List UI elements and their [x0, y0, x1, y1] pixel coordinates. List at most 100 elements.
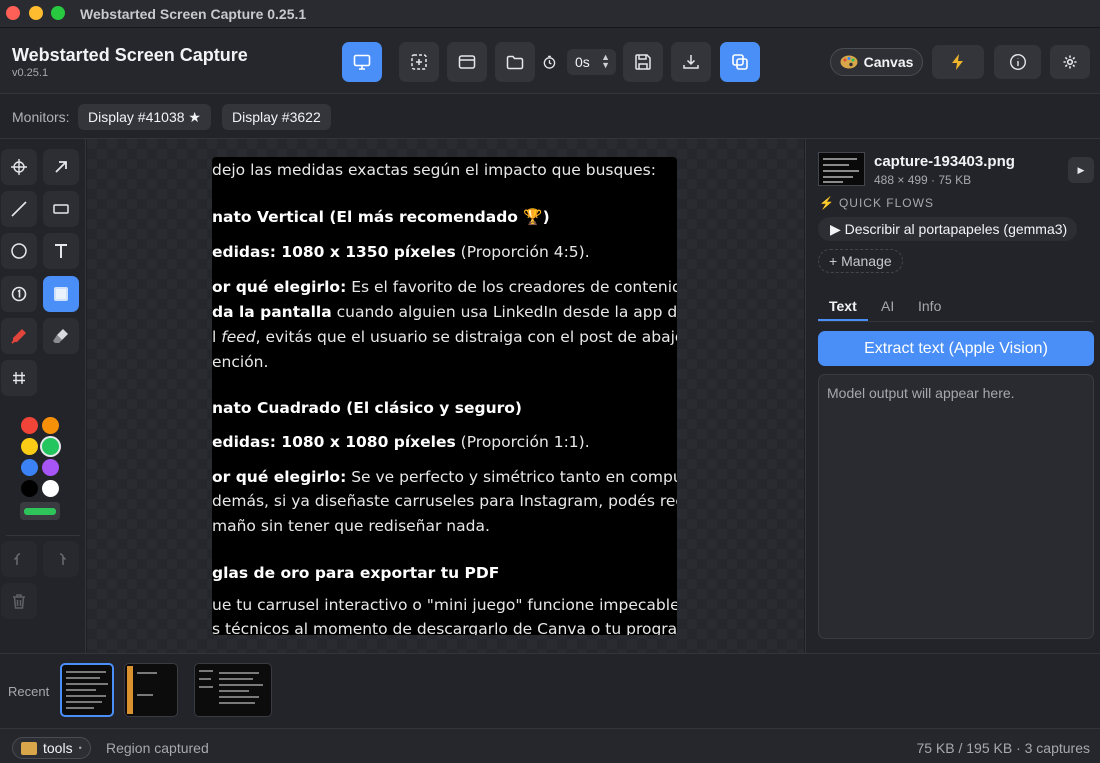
recent-capture-item[interactable] — [124, 663, 178, 717]
output-folder-picker[interactable]: tools • — [12, 737, 91, 759]
model-output[interactable]: Model output will appear here. — [818, 374, 1094, 639]
captured-image[interactable]: dejo las medidas exactas según el impact… — [212, 157, 677, 635]
capture-line: edidas: 1080 x 1080 píxeles (Proporción … — [212, 433, 590, 451]
quick-flow-describe[interactable]: ▶ Describir al portapapeles (gemma3) — [818, 217, 1078, 241]
copy-icon — [732, 54, 748, 70]
download-button[interactable] — [671, 42, 711, 82]
app-version: v0.25.1 — [12, 67, 49, 79]
save-button[interactable] — [623, 42, 663, 82]
redo-icon — [59, 553, 67, 565]
text-tool[interactable] — [43, 233, 79, 269]
capture-line: s técnicos al momento de descargarlo de … — [212, 620, 677, 635]
app-title: Webstarted Screen Capture — [12, 45, 248, 65]
lightning-icon — [952, 54, 963, 70]
region-select-icon — [411, 54, 427, 70]
extract-text-button[interactable]: Extract text (Apple Vision) — [818, 331, 1094, 366]
capture-thumbnail — [818, 152, 865, 186]
color-orange[interactable] — [42, 417, 59, 434]
window-title: Webstarted Screen Capture 0.25.1 — [80, 6, 307, 22]
capture-line: ue tu carrusel interactivo o "mini juego… — [212, 596, 677, 614]
file-meta: 488 × 499 · 75 KB — [874, 173, 972, 187]
marker-tool[interactable] — [1, 318, 37, 354]
redo-button[interactable] — [43, 541, 79, 577]
marker-icon — [11, 329, 26, 344]
chevron-down-icon: • — [78, 743, 82, 753]
capture-line: glas de oro para exportar tu PDF — [212, 564, 500, 582]
tab-ai[interactable]: AI — [881, 298, 894, 314]
ellipse-icon — [11, 243, 27, 259]
undo-button[interactable] — [1, 541, 37, 577]
stroke-width-selector[interactable] — [20, 502, 60, 520]
status-message: Region captured — [106, 740, 209, 756]
display-chip-secondary[interactable]: Display #3622 — [222, 104, 331, 130]
folder-icon — [21, 741, 37, 755]
tab-info[interactable]: Info — [918, 298, 941, 314]
grid-tool[interactable] — [1, 360, 37, 396]
capture-line: nato Vertical (El más recomendado 🏆) — [212, 208, 550, 226]
recent-captures: Recent — [0, 653, 1100, 728]
capture-region-button[interactable] — [399, 42, 439, 82]
download-icon — [683, 55, 699, 69]
color-red[interactable] — [21, 417, 38, 434]
folder-name: tools — [43, 740, 73, 756]
copy-to-clipboard-button[interactable] — [720, 42, 760, 82]
capture-canvas[interactable]: dejo las medidas exactas según el impact… — [87, 139, 804, 653]
capture-line: da la pantalla cuando alguien usa Linked… — [212, 303, 677, 321]
capture-line: maño sin tener que rediseñar nada. — [212, 517, 490, 535]
app-header: Webstarted Screen Capture v0.25.1 0s ▲ ▼ … — [0, 28, 1100, 94]
rectangle-tool[interactable] — [43, 191, 79, 227]
zoom-window-button[interactable] — [51, 6, 65, 20]
rectangle-icon — [53, 204, 69, 214]
eraser-tool[interactable] — [43, 318, 79, 354]
recent-capture-item[interactable] — [60, 663, 114, 717]
details-tabs: Text AI Info — [818, 294, 1094, 322]
active-tab-indicator — [818, 319, 868, 321]
settings-button[interactable] — [1050, 45, 1090, 79]
blur-tool[interactable] — [43, 276, 79, 312]
delete-button[interactable] — [1, 583, 37, 619]
stepper-icon: ▲ ▼ — [601, 52, 610, 70]
quick-action-button[interactable] — [932, 45, 984, 79]
toolbar-divider — [6, 535, 80, 536]
capture-line: or qué elegirlo: Es el favorito de los c… — [212, 278, 677, 296]
capture-line: ención. — [212, 353, 269, 371]
info-button[interactable] — [994, 45, 1041, 79]
line-tool[interactable] — [1, 191, 37, 227]
select-tool[interactable] — [1, 149, 37, 185]
title-bar: Webstarted Screen Capture 0.25.1 — [0, 0, 1100, 28]
color-white[interactable] — [42, 480, 59, 497]
trash-icon — [13, 594, 25, 609]
capture-screen-button[interactable] — [342, 42, 382, 82]
ellipse-tool[interactable] — [1, 233, 37, 269]
tab-text[interactable]: Text — [829, 298, 857, 314]
color-yellow[interactable] — [21, 438, 38, 455]
arrow-tool[interactable] — [43, 149, 79, 185]
blur-icon — [54, 287, 68, 301]
delay-select[interactable]: 0s ▲ ▼ — [566, 49, 616, 75]
recent-label: Recent — [8, 684, 50, 699]
color-blue[interactable] — [21, 459, 38, 476]
color-purple[interactable] — [42, 459, 59, 476]
color-black[interactable] — [21, 480, 38, 497]
capture-line: or qué elegirlo: Se ve perfecto y simétr… — [212, 468, 677, 486]
save-icon — [635, 54, 651, 70]
info-icon — [1009, 53, 1026, 71]
open-folder-button[interactable] — [495, 42, 535, 82]
delay-timer[interactable]: 0s ▲ ▼ — [540, 42, 616, 82]
timer-icon — [543, 55, 556, 69]
line-icon — [11, 201, 27, 217]
display-chip-primary[interactable]: Display #41038 ★ — [78, 104, 211, 130]
color-green[interactable] — [42, 438, 59, 455]
delay-value: 0s — [574, 54, 590, 70]
minimize-window-button[interactable] — [29, 6, 43, 20]
counter-tool[interactable] — [1, 276, 37, 312]
capture-window-button[interactable] — [447, 42, 487, 82]
recent-capture-item[interactable] — [194, 663, 272, 717]
manage-flows-button[interactable]: + Manage — [818, 249, 903, 273]
counter-icon — [11, 286, 27, 302]
details-panel: capture-193403.png 488 × 499 · 75 KB ▶ ⚡… — [805, 139, 1100, 653]
expand-button[interactable]: ▶ — [1068, 157, 1094, 183]
capture-line: nato Cuadrado (El clásico y seguro) — [212, 399, 523, 417]
close-window-button[interactable] — [6, 6, 20, 20]
canvas-button[interactable]: Canvas — [830, 48, 923, 76]
